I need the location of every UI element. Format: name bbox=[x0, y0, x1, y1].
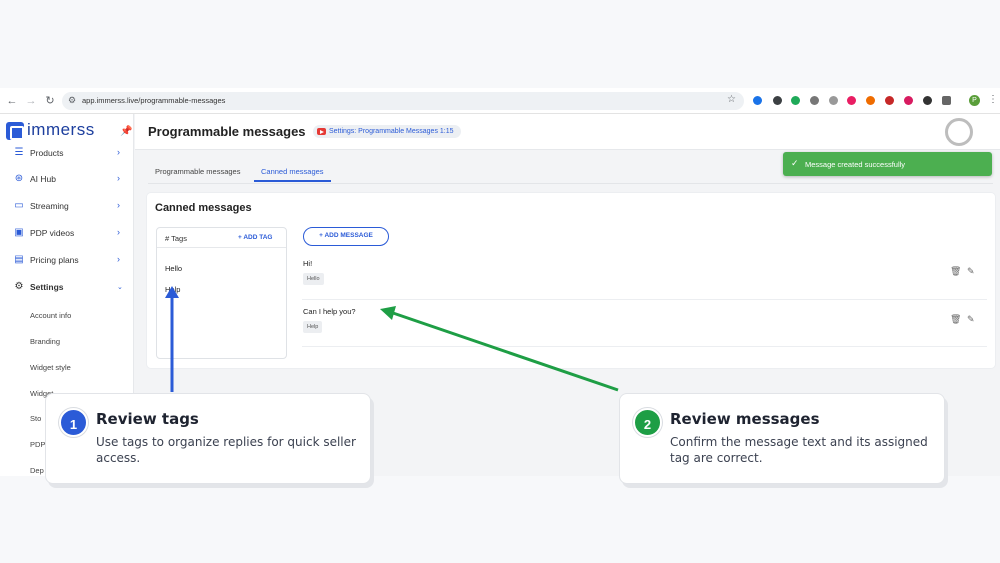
section-title: Canned messages bbox=[155, 202, 252, 214]
monitor-icon: ▭ bbox=[14, 200, 24, 211]
video-icon: ▣ bbox=[14, 227, 24, 238]
step-badge: 1 bbox=[59, 408, 88, 437]
sidebar-item-label: Pricing plans bbox=[30, 255, 79, 265]
bookmark-star-icon[interactable]: ☆ bbox=[727, 94, 736, 105]
sidebar-subitem-widget-style[interactable]: Widget style bbox=[30, 363, 71, 372]
pencil-icon[interactable]: ✎ bbox=[967, 314, 975, 325]
user-avatar[interactable] bbox=[945, 118, 973, 146]
message-tag-chip: Help bbox=[303, 321, 323, 333]
tag-item-help[interactable]: Help bbox=[165, 285, 180, 294]
extension-icon[interactable] bbox=[829, 96, 838, 105]
extension-icon[interactable] bbox=[885, 96, 894, 105]
tabs-divider bbox=[148, 183, 993, 184]
chevron-right-icon: › bbox=[117, 254, 120, 264]
sidebar-item-pricing-plans[interactable]: ▤ Pricing plans › bbox=[0, 251, 133, 271]
tutorial-video-pill[interactable]: Settings: Programmable Messages 1:15 bbox=[313, 125, 461, 138]
pencil-icon[interactable]: ✎ bbox=[967, 266, 975, 277]
callout-description: Use tags to organize replies for quick s… bbox=[96, 435, 356, 465]
pin-icon[interactable]: 📌 bbox=[120, 126, 132, 137]
browser-toolbar: ← → ↻ ⚙ app.immerss.live/programmable-me… bbox=[0, 88, 1000, 114]
chevron-right-icon: › bbox=[117, 227, 120, 237]
chevron-right-icon: › bbox=[117, 173, 120, 183]
tutorial-video-label: Settings: Programmable Messages 1:15 bbox=[329, 128, 454, 135]
back-icon[interactable]: ← bbox=[5, 94, 19, 108]
extension-icon[interactable] bbox=[923, 96, 932, 105]
message-tag-chip: Hello bbox=[303, 273, 324, 285]
chevron-down-icon: ⌄ bbox=[117, 284, 123, 291]
sidebar-item-pdp-videos[interactable]: ▣ PDP videos › bbox=[0, 224, 133, 244]
extension-icon[interactable] bbox=[904, 96, 913, 105]
message-text: Hi! bbox=[303, 259, 313, 268]
site-info-icon[interactable]: ⚙ bbox=[68, 95, 76, 106]
extension-icon[interactable] bbox=[810, 96, 819, 105]
callout-review-tags: 1 Review tags Use tags to organize repli… bbox=[45, 393, 371, 484]
page-header: Programmable messages Settings: Programm… bbox=[135, 114, 1000, 150]
sidebar-subitem-dep[interactable]: Dep bbox=[30, 466, 44, 475]
extension-icon[interactable] bbox=[753, 96, 762, 105]
sidebar-subitem-pdp[interactable]: PDP bbox=[30, 440, 45, 449]
sidebar-item-streaming[interactable]: ▭ Streaming › bbox=[0, 197, 133, 217]
profile-avatar[interactable]: P bbox=[969, 95, 980, 106]
address-bar[interactable]: ⚙ app.immerss.live/programmable-messages… bbox=[62, 92, 744, 110]
logo-mark-icon bbox=[6, 122, 24, 140]
extension-icon[interactable] bbox=[773, 96, 782, 105]
sidebar-item-settings[interactable]: ⚙ Settings ⌄ bbox=[0, 278, 133, 298]
canned-messages-card: Canned messages # Tags + ADD TAG Hello H… bbox=[147, 193, 995, 368]
message-text: Can I help you? bbox=[303, 307, 356, 316]
sidebar-subitem-sto[interactable]: Sto bbox=[30, 414, 41, 423]
add-message-button[interactable]: + ADD MESSAGE bbox=[303, 227, 389, 246]
tags-panel: # Tags + ADD TAG Hello Help bbox=[156, 227, 287, 359]
extension-icon[interactable] bbox=[866, 96, 875, 105]
callout-title: Review messages bbox=[670, 410, 820, 428]
trash-icon[interactable]: 🗑 bbox=[950, 266, 961, 277]
add-tag-button[interactable]: + ADD TAG bbox=[238, 234, 273, 241]
sidebar-subitem-branding[interactable]: Branding bbox=[30, 337, 60, 346]
message-divider bbox=[302, 299, 987, 300]
reload-icon[interactable]: ↻ bbox=[43, 94, 57, 108]
tags-header-label: # Tags bbox=[165, 234, 187, 243]
list-icon: ☰ bbox=[14, 147, 24, 158]
pricing-icon: ▤ bbox=[14, 254, 24, 265]
sidebar-item-label: Products bbox=[30, 148, 64, 158]
sidebar-subitem-account-info[interactable]: Account info bbox=[30, 311, 71, 320]
message-divider bbox=[302, 346, 987, 347]
success-toast: ✓ Message created successfully bbox=[783, 152, 992, 176]
sidebar-item-label: PDP videos bbox=[30, 228, 75, 238]
callout-description: Confirm the message text and its assigne… bbox=[670, 435, 928, 465]
chevron-right-icon: › bbox=[117, 147, 120, 157]
sidebar-item-label: Streaming bbox=[30, 201, 69, 211]
tags-panel-header: # Tags + ADD TAG bbox=[157, 228, 286, 248]
trash-icon[interactable]: 🗑 bbox=[950, 314, 961, 325]
browser-menu-icon[interactable]: ⋮ bbox=[988, 94, 998, 105]
sidebar-item-products[interactable]: ☰ Products › bbox=[0, 144, 133, 164]
sidebar-item-ai-hub[interactable]: ⊛ AI Hub › bbox=[0, 170, 133, 190]
callout-review-messages: 2 Review messages Confirm the message te… bbox=[619, 393, 945, 484]
logo-text: immerss bbox=[27, 120, 95, 139]
page-title: Programmable messages bbox=[148, 124, 306, 139]
sidebar-item-label: AI Hub bbox=[30, 174, 56, 184]
sidebar-item-label: Settings bbox=[30, 282, 64, 292]
url-text: app.immerss.live/programmable-messages bbox=[82, 96, 226, 105]
tab-programmable-messages[interactable]: Programmable messages bbox=[148, 162, 247, 182]
chevron-right-icon: › bbox=[117, 200, 120, 210]
extension-icon[interactable] bbox=[847, 96, 856, 105]
extension-icon[interactable] bbox=[791, 96, 800, 105]
step-badge: 2 bbox=[633, 408, 662, 437]
ai-hub-icon: ⊛ bbox=[14, 173, 24, 184]
gear-icon: ⚙ bbox=[14, 281, 24, 292]
extensions-puzzle-icon[interactable] bbox=[942, 96, 951, 105]
check-icon: ✓ bbox=[791, 158, 799, 168]
youtube-icon bbox=[317, 128, 326, 135]
tag-item-hello[interactable]: Hello bbox=[165, 264, 182, 273]
tab-canned-messages[interactable]: Canned messages bbox=[254, 162, 331, 182]
callout-title: Review tags bbox=[96, 410, 199, 428]
toast-message: Message created successfully bbox=[805, 160, 906, 169]
forward-icon[interactable]: → bbox=[24, 94, 38, 108]
